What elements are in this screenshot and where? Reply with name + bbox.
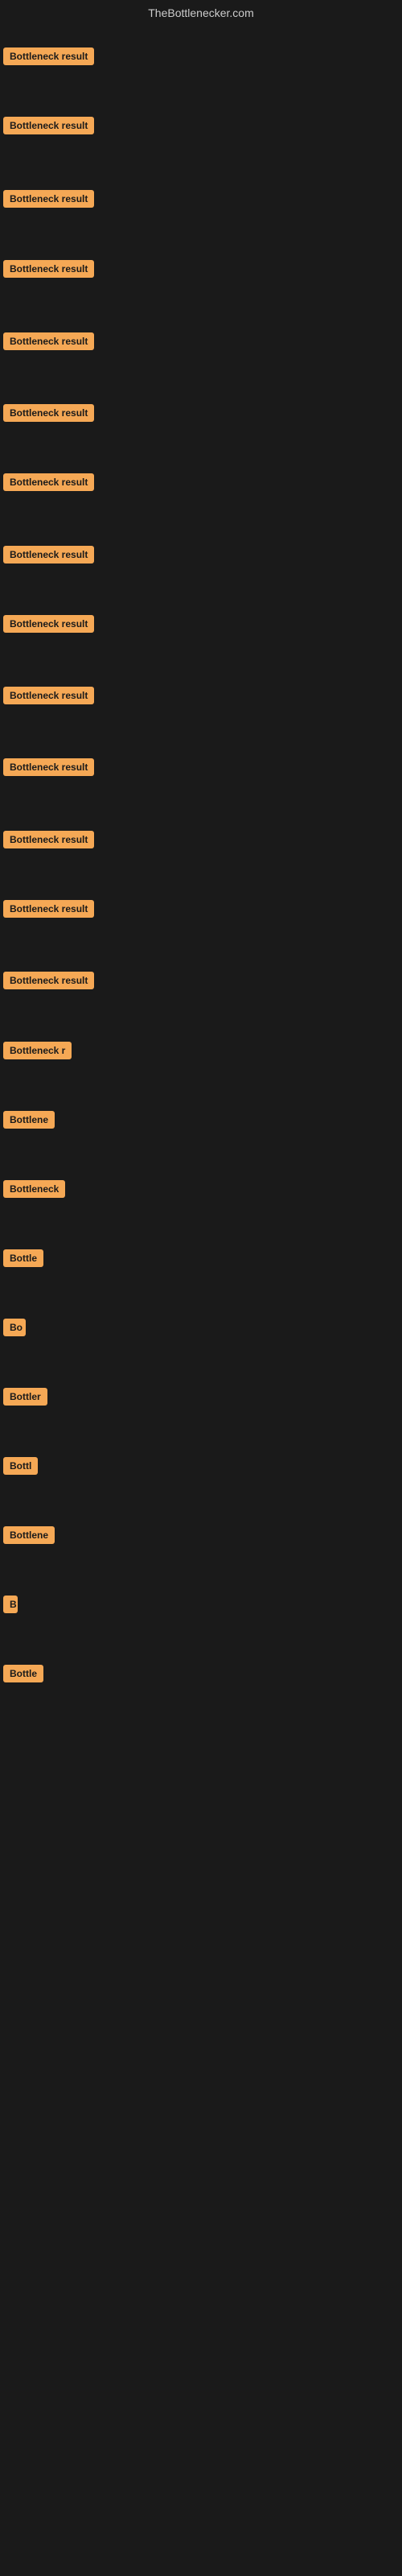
bottleneck-badge-8[interactable]: Bottleneck result: [3, 546, 94, 564]
result-row-24: Bottle: [3, 1665, 43, 1686]
result-row-10: Bottleneck result: [3, 687, 94, 708]
badges-container: Bottleneck result Bottleneck result Bottle…: [0, 26, 402, 2570]
result-row-20: Bottler: [3, 1388, 47, 1410]
result-row-4: Bottleneck result: [3, 260, 94, 282]
result-row-18: Bottle: [3, 1249, 43, 1271]
bottleneck-badge-19[interactable]: Bo: [3, 1319, 26, 1336]
result-row-16: Bottlene: [3, 1111, 55, 1133]
result-row-14: Bottleneck result: [3, 972, 94, 993]
result-row-21: Bottl: [3, 1457, 38, 1479]
result-row-12: Bottleneck result: [3, 831, 94, 852]
bottleneck-badge-2[interactable]: Bottleneck result: [3, 117, 94, 134]
result-row-2: Bottleneck result: [3, 117, 94, 138]
bottleneck-badge-21[interactable]: Bottl: [3, 1457, 38, 1475]
bottleneck-badge-6[interactable]: Bottleneck result: [3, 404, 94, 422]
result-row-13: Bottleneck result: [3, 900, 94, 922]
bottleneck-badge-1[interactable]: Bottleneck result: [3, 47, 94, 65]
result-row-6: Bottleneck result: [3, 404, 94, 426]
result-row-3: Bottleneck result: [3, 190, 94, 212]
bottleneck-badge-16[interactable]: Bottlene: [3, 1111, 55, 1129]
bottleneck-badge-10[interactable]: Bottleneck result: [3, 687, 94, 704]
result-row-1: Bottleneck result: [3, 47, 94, 69]
bottleneck-badge-5[interactable]: Bottleneck result: [3, 332, 94, 350]
result-row-9: Bottleneck result: [3, 615, 94, 637]
bottleneck-badge-15[interactable]: Bottleneck r: [3, 1042, 72, 1059]
result-row-11: Bottleneck result: [3, 758, 94, 780]
bottleneck-badge-7[interactable]: Bottleneck result: [3, 473, 94, 491]
bottleneck-badge-18[interactable]: Bottle: [3, 1249, 43, 1267]
result-row-17: Bottleneck: [3, 1180, 65, 1202]
result-row-7: Bottleneck result: [3, 473, 94, 495]
bottleneck-badge-17[interactable]: Bottleneck: [3, 1180, 65, 1198]
bottleneck-badge-14[interactable]: Bottleneck result: [3, 972, 94, 989]
bottleneck-badge-22[interactable]: Bottlene: [3, 1526, 55, 1544]
result-row-23: B: [3, 1596, 18, 1617]
bottleneck-badge-20[interactable]: Bottler: [3, 1388, 47, 1406]
bottleneck-badge-3[interactable]: Bottleneck result: [3, 190, 94, 208]
bottleneck-badge-9[interactable]: Bottleneck result: [3, 615, 94, 633]
bottleneck-badge-24[interactable]: Bottle: [3, 1665, 43, 1682]
bottleneck-badge-23[interactable]: B: [3, 1596, 18, 1613]
result-row-15: Bottleneck r: [3, 1042, 72, 1063]
bottleneck-badge-12[interactable]: Bottleneck result: [3, 831, 94, 848]
bottleneck-badge-13[interactable]: Bottleneck result: [3, 900, 94, 918]
result-row-5: Bottleneck result: [3, 332, 94, 354]
site-title: TheBottlenecker.com: [0, 0, 402, 26]
result-row-22: Bottlene: [3, 1526, 55, 1548]
bottleneck-badge-11[interactable]: Bottleneck result: [3, 758, 94, 776]
result-row-8: Bottleneck result: [3, 546, 94, 568]
bottleneck-badge-4[interactable]: Bottleneck result: [3, 260, 94, 278]
result-row-19: Bo: [3, 1319, 26, 1340]
